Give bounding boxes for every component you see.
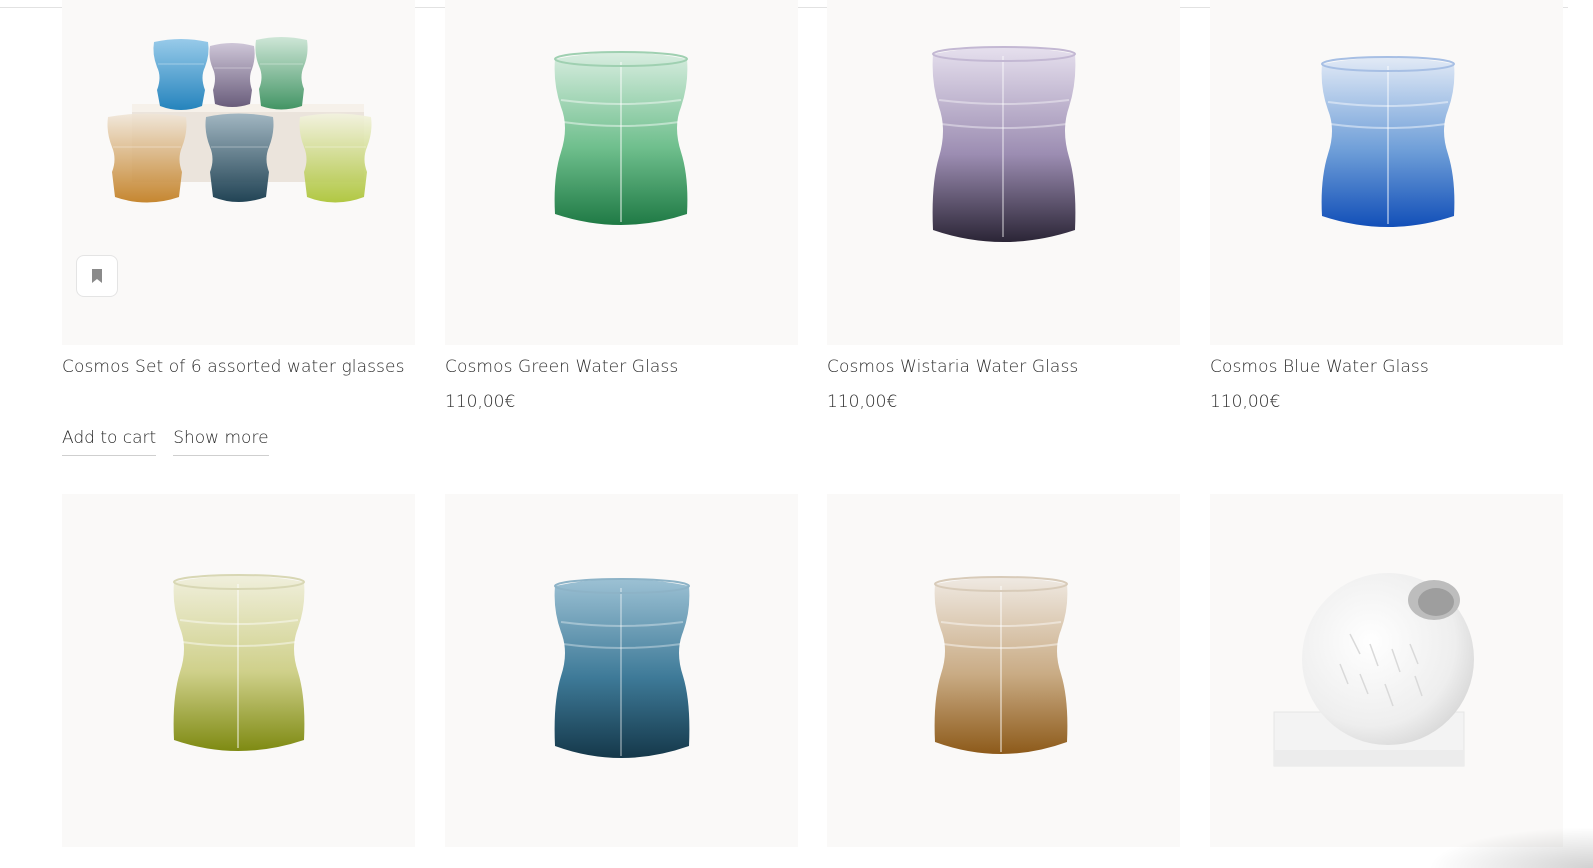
bookmark-icon bbox=[92, 269, 102, 283]
add-to-cart-link[interactable]: Add to cart bbox=[62, 428, 157, 456]
product-price: 110,00€ bbox=[445, 392, 516, 412]
blue-glass-image bbox=[1321, 56, 1455, 227]
product-price: 110,00€ bbox=[1210, 392, 1281, 412]
amber-glass-image bbox=[934, 576, 1068, 754]
green-glass-image bbox=[554, 51, 688, 225]
bookmark-button[interactable] bbox=[76, 255, 118, 297]
product-image[interactable] bbox=[62, 0, 415, 345]
corner-shadow bbox=[1400, 820, 1593, 868]
yellow-glass-image bbox=[173, 574, 305, 751]
product-image[interactable] bbox=[827, 0, 1180, 345]
wistaria-glass-image bbox=[932, 46, 1076, 242]
product-actions: Add to cart Show more bbox=[62, 428, 269, 456]
product-title[interactable]: Cosmos Green Water Glass bbox=[445, 357, 678, 377]
product-title[interactable]: Cosmos Set of 6 assorted water glasses bbox=[62, 357, 405, 377]
product-image[interactable] bbox=[445, 0, 798, 345]
product-image[interactable] bbox=[1210, 0, 1563, 345]
show-more-link[interactable]: Show more bbox=[173, 428, 269, 456]
product-image[interactable] bbox=[62, 494, 415, 847]
product-image[interactable] bbox=[445, 494, 798, 847]
product-price: 110,00€ bbox=[827, 392, 898, 412]
product-title[interactable]: Cosmos Blue Water Glass bbox=[1210, 357, 1429, 377]
product-image[interactable] bbox=[827, 494, 1180, 847]
product-title[interactable]: Cosmos Wistaria Water Glass bbox=[827, 357, 1078, 377]
teal-glass-image bbox=[554, 578, 690, 758]
white-vase-image bbox=[1273, 573, 1474, 767]
product-image[interactable] bbox=[1210, 494, 1563, 847]
